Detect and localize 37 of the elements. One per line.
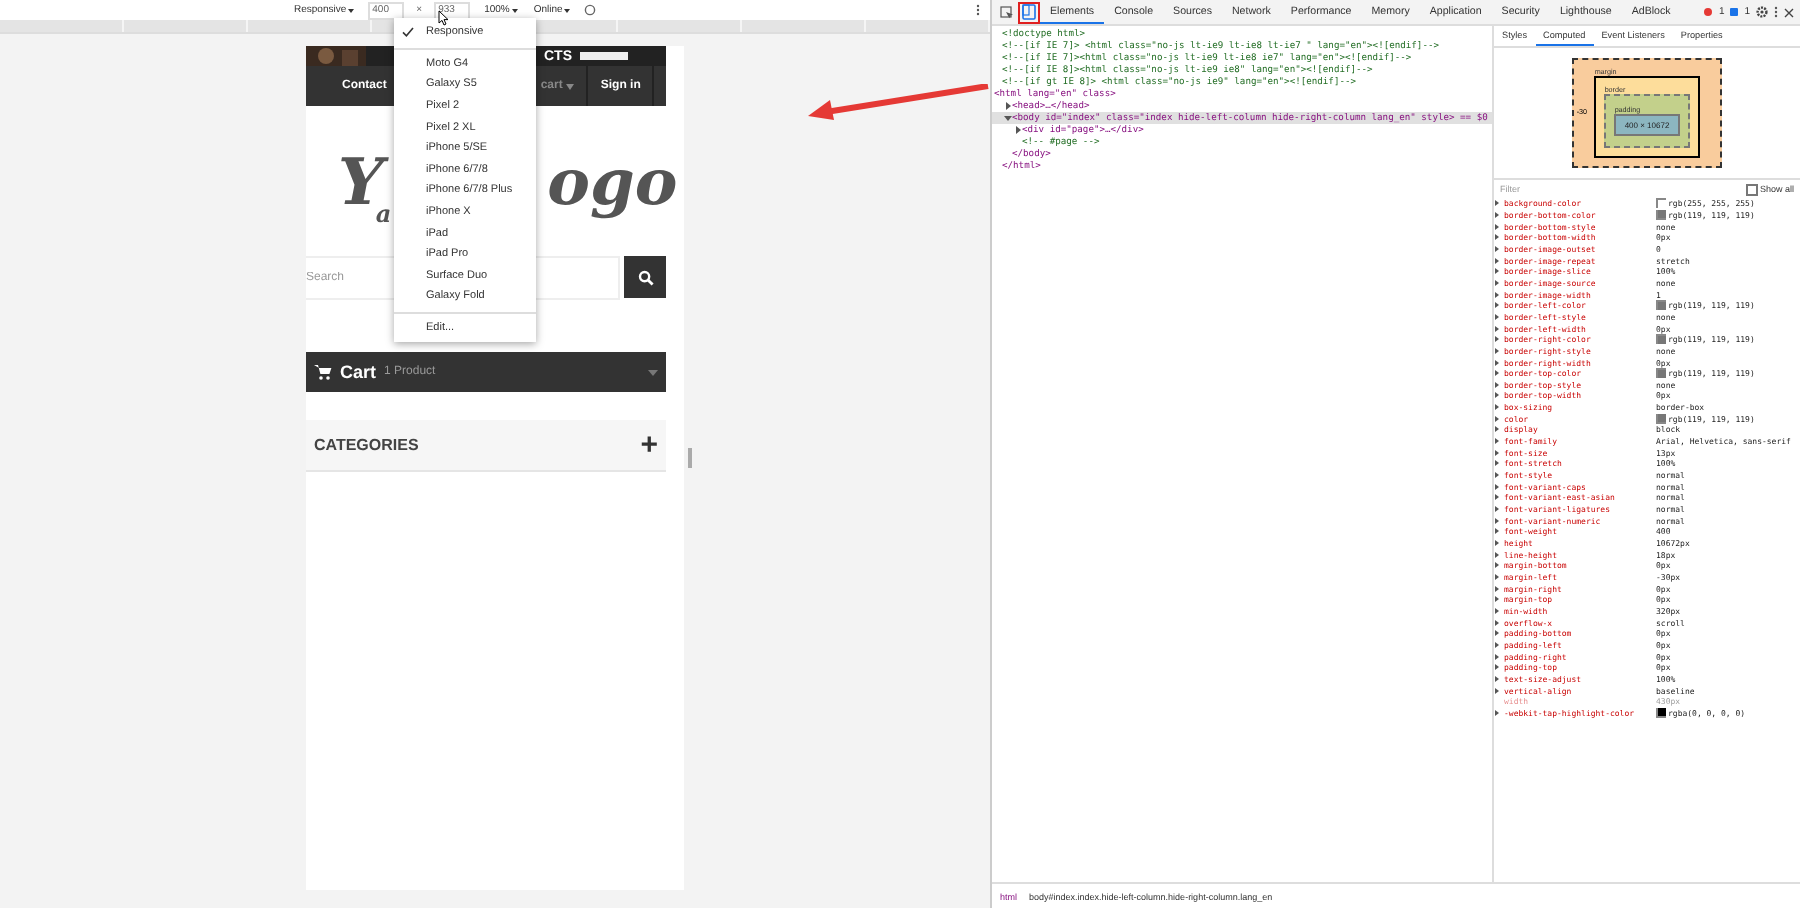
color-swatch[interactable] <box>1657 199 1665 208</box>
devices-icon <box>1022 4 1036 20</box>
expand-toggle[interactable]: + <box>640 428 658 462</box>
device-toolbar-button[interactable] <box>1018 1 1040 23</box>
check-icon <box>402 26 414 39</box>
categories-title: CATEGORIES <box>314 436 419 454</box>
cart-label: Cart <box>340 362 377 382</box>
color-swatch[interactable] <box>1657 414 1665 423</box>
cart-icon <box>314 364 332 380</box>
resize-handle[interactable] <box>688 447 692 467</box>
close-icon[interactable] <box>1784 7 1794 17</box>
search-icon <box>637 269 653 285</box>
expanded-arrow-icon[interactable] <box>1004 114 1012 122</box>
inspect-icon <box>1000 5 1014 19</box>
color-swatch[interactable] <box>1657 708 1665 717</box>
logo-text: ogo <box>547 143 678 219</box>
promo-badge <box>580 52 628 60</box>
rotate-icon[interactable] <box>584 4 597 16</box>
categories-header[interactable]: CATEGORIES + <box>306 420 666 472</box>
error-icon <box>1704 8 1713 16</box>
settings-icon[interactable] <box>1756 6 1768 18</box>
color-swatch[interactable] <box>1657 210 1665 219</box>
caret-icon <box>511 7 518 13</box>
color-swatch[interactable] <box>1657 369 1665 378</box>
collapsed-arrow-icon[interactable] <box>1014 126 1022 134</box>
expand-arrow-icon[interactable] <box>1494 709 1500 716</box>
inspect-button[interactable] <box>996 1 1018 23</box>
caret-icon <box>566 83 575 89</box>
message-icon <box>1730 8 1739 16</box>
color-swatch[interactable] <box>1657 301 1665 310</box>
chevron-down-icon <box>648 369 658 375</box>
color-swatch[interactable] <box>1657 335 1665 344</box>
logo-tagline: a <box>375 200 392 228</box>
caret-icon <box>348 7 355 13</box>
caret-icon <box>564 7 571 13</box>
search-button[interactable] <box>624 256 666 298</box>
collapsed-arrow-icon[interactable] <box>1004 102 1012 110</box>
